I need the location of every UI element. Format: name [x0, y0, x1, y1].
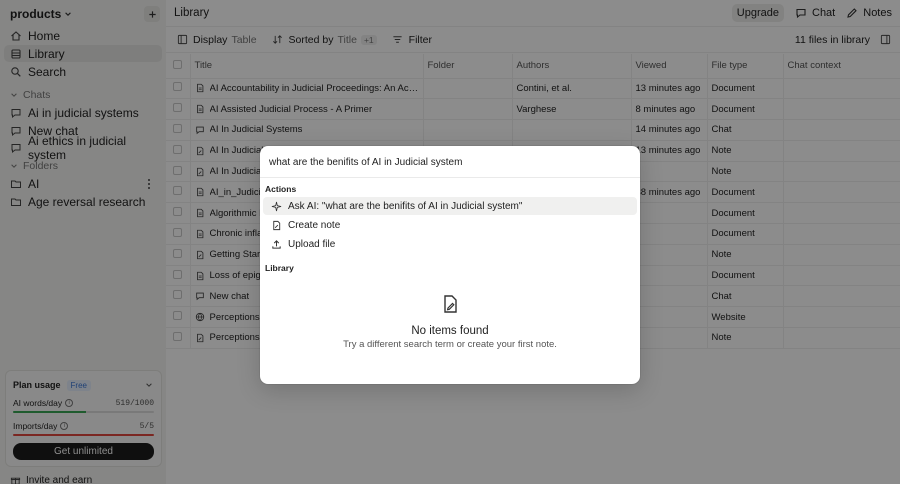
library-section-label: Library [265, 263, 294, 273]
empty-state-subtitle: Try a different search term or create yo… [343, 339, 557, 350]
ask-ai-label: Ask AI: "what are the benifits of AI in … [288, 200, 523, 212]
empty-state-title: No items found [411, 325, 489, 337]
command-palette: Actions Ask AI: "what are the benifits o… [260, 146, 640, 384]
ask-ai-action[interactable]: Ask AI: "what are the benifits of AI in … [263, 197, 637, 215]
note-icon [269, 218, 283, 232]
note-icon [440, 294, 460, 314]
divider [260, 177, 640, 178]
sparkle-icon [269, 199, 283, 213]
create-note-action[interactable]: Create note [263, 216, 637, 234]
command-search-input[interactable] [269, 155, 631, 169]
actions-section-label: Actions [265, 184, 297, 194]
upload-icon [269, 237, 283, 251]
upload-file-label: Upload file [288, 238, 336, 250]
upload-file-action[interactable]: Upload file [263, 235, 637, 253]
create-note-label: Create note [288, 219, 341, 231]
